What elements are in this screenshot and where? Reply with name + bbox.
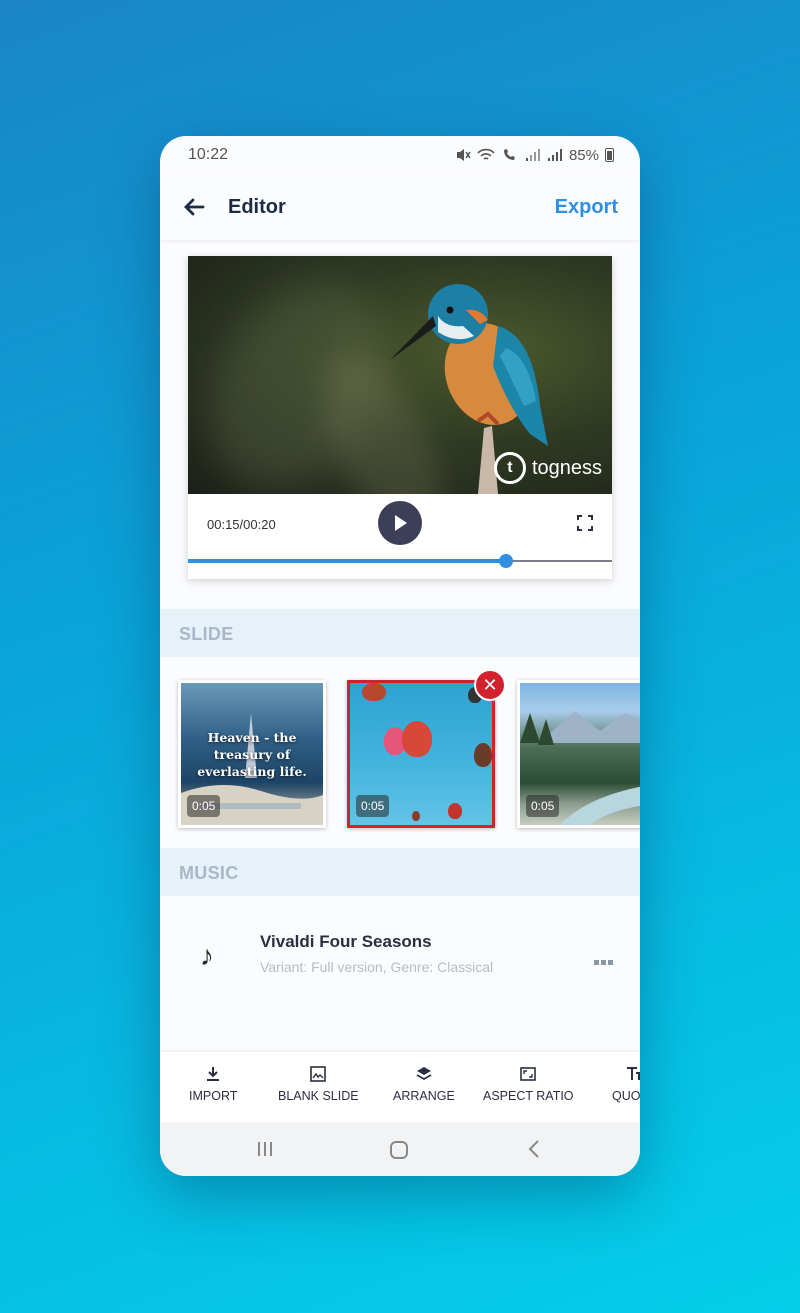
close-icon: ✕	[482, 674, 498, 695]
seek-progress	[188, 559, 506, 563]
blank-slide-label: BLANK SLIDE	[278, 1089, 359, 1103]
slide-thumbnail-3[interactable]: 0:05	[517, 680, 640, 828]
arrange-button[interactable]: ARRANGE	[393, 1065, 455, 1103]
play-icon	[395, 515, 407, 531]
delete-slide-button[interactable]: ✕	[474, 669, 506, 701]
watermark-logo-icon: t	[493, 452, 526, 484]
video-player: t togness 00:15/00:20	[188, 256, 612, 579]
slide-image-1: Heaven - the treasury of everlasting lif…	[181, 683, 323, 825]
slide-duration: 0:05	[526, 795, 560, 817]
quote-label: QUOTE	[612, 1089, 640, 1103]
wifi-call-icon	[503, 149, 515, 160]
bottom-toolbar: IMPORT BLANK SLIDE ARRANGE ASPECT RATIO …	[160, 1052, 640, 1122]
watermark-text: togness	[531, 456, 602, 479]
seek-thumb[interactable]	[499, 554, 513, 568]
aspect-ratio-icon	[520, 1067, 537, 1081]
slide-thumbnail-1[interactable]: Heaven - the treasury of everlasting lif…	[178, 680, 326, 828]
watermark: t togness	[493, 452, 602, 484]
slide-duration: 0:05	[187, 795, 221, 817]
music-title: Vivaldi Four Seasons	[260, 932, 432, 951]
export-button[interactable]: Export	[555, 196, 618, 219]
signal-icon-1	[525, 149, 540, 161]
layers-icon	[416, 1067, 432, 1081]
slide-thumbnail-2[interactable]: 0:05	[347, 680, 495, 828]
music-note-icon: ♪	[200, 940, 214, 971]
balloon	[362, 683, 386, 701]
page-title: Editor	[228, 195, 286, 218]
fullscreen-icon[interactable]	[576, 514, 594, 532]
aspect-ratio-button[interactable]: ASPECT RATIO	[483, 1065, 574, 1103]
balloon	[412, 811, 420, 821]
slide-strip: Heaven - the treasury of everlasting lif…	[160, 674, 640, 832]
text-icon	[627, 1067, 640, 1080]
play-button[interactable]	[378, 501, 422, 545]
wifi-icon	[477, 148, 495, 160]
mute-icon	[456, 149, 471, 161]
balloon	[474, 743, 492, 767]
player-controls: 00:15/00:20	[188, 494, 612, 579]
status-bar: 10:22 85%	[160, 136, 640, 174]
arrow-left-icon[interactable]	[182, 195, 206, 219]
back-nav-icon[interactable]	[526, 1139, 542, 1159]
music-track[interactable]: ♪ Vivaldi Four Seasons Variant: Full ver…	[160, 896, 640, 1012]
system-nav-bar	[160, 1122, 640, 1176]
import-label: IMPORT	[189, 1089, 238, 1103]
music-section-header: MUSIC	[160, 848, 640, 896]
slide-duration: 0:05	[356, 795, 390, 817]
signal-icon-2	[547, 149, 562, 161]
slide-quote: Heaven - the treasury of everlasting lif…	[197, 730, 307, 779]
blank-slide-icon	[310, 1066, 327, 1082]
battery-percent: 85%	[568, 146, 599, 164]
balloon	[448, 803, 462, 819]
balloon	[402, 721, 432, 757]
download-icon	[207, 1067, 220, 1081]
quote-button[interactable]: QUOTE	[612, 1065, 640, 1103]
music-subtitle: Variant: Full version, Genre: Classical	[260, 959, 494, 975]
more-options-icon[interactable]	[594, 952, 616, 965]
arrange-label: ARRANGE	[393, 1089, 455, 1103]
slide-image-3: 0:05	[520, 683, 640, 825]
time-display: 00:15/00:20	[207, 517, 276, 532]
battery-icon	[605, 148, 614, 162]
aspect-ratio-label: ASPECT RATIO	[483, 1089, 574, 1103]
recent-apps-icon[interactable]	[255, 1139, 275, 1159]
home-icon[interactable]	[388, 1139, 410, 1161]
app-bar: Editor Export	[160, 174, 640, 240]
video-preview[interactable]: t togness	[188, 256, 612, 494]
status-icons: 85%	[455, 147, 614, 164]
phone-frame: 10:22 85% Editor Export t togness 00:15/…	[160, 136, 640, 1176]
slide-section-header: SLIDE	[160, 609, 640, 657]
blank-slide-button[interactable]: BLANK SLIDE	[278, 1065, 359, 1103]
slide-image-2: 0:05	[350, 683, 492, 825]
status-time: 10:22	[188, 146, 229, 163]
import-button[interactable]: IMPORT	[189, 1065, 237, 1103]
